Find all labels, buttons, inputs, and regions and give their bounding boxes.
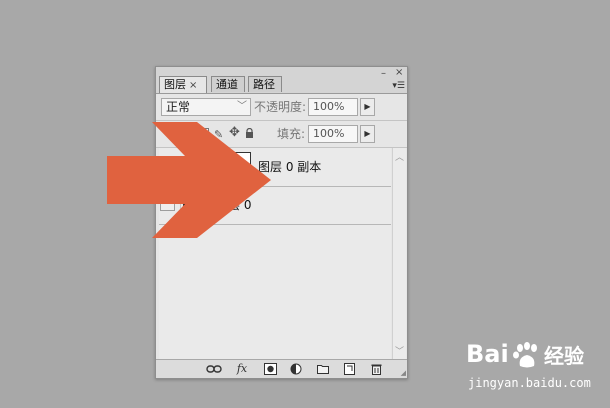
minimize-icon[interactable]: – bbox=[381, 69, 386, 79]
tab-channels-label: 通道 bbox=[216, 78, 238, 91]
blend-row: 正常 ﹀ 不透明度: 100% ▶ bbox=[156, 94, 407, 120]
close-icon[interactable]: × bbox=[395, 68, 403, 78]
panel-titlebar: 图层 × 通道 路径 – × ▾☰ bbox=[156, 67, 407, 94]
watermark-url: jingyan.baidu.com bbox=[468, 376, 591, 390]
resize-grip-icon[interactable]: ◢ bbox=[401, 369, 406, 377]
opacity-label: 不透明度: bbox=[254, 100, 307, 114]
panel-bottom-toolbar: fx ◢ bbox=[156, 359, 407, 378]
chevron-down-icon: ﹀ bbox=[237, 101, 247, 112]
fill-label: 填充: bbox=[277, 127, 306, 141]
fill-input[interactable]: 100% bbox=[308, 125, 358, 143]
tab-layers[interactable]: 图层 × bbox=[159, 76, 207, 93]
scrollbar[interactable]: ︿ ﹀ bbox=[392, 148, 406, 359]
adjustment-icon[interactable] bbox=[289, 362, 303, 376]
panel-menu-icon[interactable]: ▾☰ bbox=[392, 81, 405, 91]
watermark-brand: Bai bbox=[466, 340, 509, 368]
fill-value: 100% bbox=[313, 127, 345, 140]
group-folder-icon[interactable] bbox=[316, 362, 330, 376]
fx-icon[interactable]: fx bbox=[234, 362, 250, 376]
tab-paths[interactable]: 路径 bbox=[248, 76, 282, 92]
opacity-input[interactable]: 100% bbox=[308, 98, 358, 116]
new-layer-icon[interactable] bbox=[342, 362, 356, 376]
watermark: Bai 经验 jingyan.baidu.com bbox=[466, 340, 606, 400]
scroll-up-icon[interactable]: ︿ bbox=[393, 150, 406, 163]
tab-layers-label: 图层 bbox=[164, 78, 186, 91]
trash-icon[interactable] bbox=[369, 362, 383, 376]
blend-mode-value: 正常 bbox=[166, 100, 191, 114]
tab-paths-label: 路径 bbox=[253, 78, 275, 91]
tab-channels[interactable]: 通道 bbox=[211, 76, 245, 92]
opacity-value: 100% bbox=[313, 100, 345, 113]
paw-logo-icon bbox=[513, 342, 537, 368]
watermark-suffix: 经验 bbox=[544, 344, 584, 368]
tab-close-icon[interactable]: × bbox=[189, 80, 197, 91]
link-icon[interactable] bbox=[206, 362, 222, 376]
orange-arrow-icon bbox=[107, 122, 271, 238]
fill-slider-button[interactable]: ▶ bbox=[360, 125, 375, 143]
mask-icon[interactable] bbox=[263, 362, 277, 376]
blend-mode-select[interactable]: 正常 ﹀ bbox=[161, 98, 251, 116]
scroll-down-icon[interactable]: ﹀ bbox=[393, 344, 406, 357]
opacity-slider-button[interactable]: ▶ bbox=[360, 98, 375, 116]
